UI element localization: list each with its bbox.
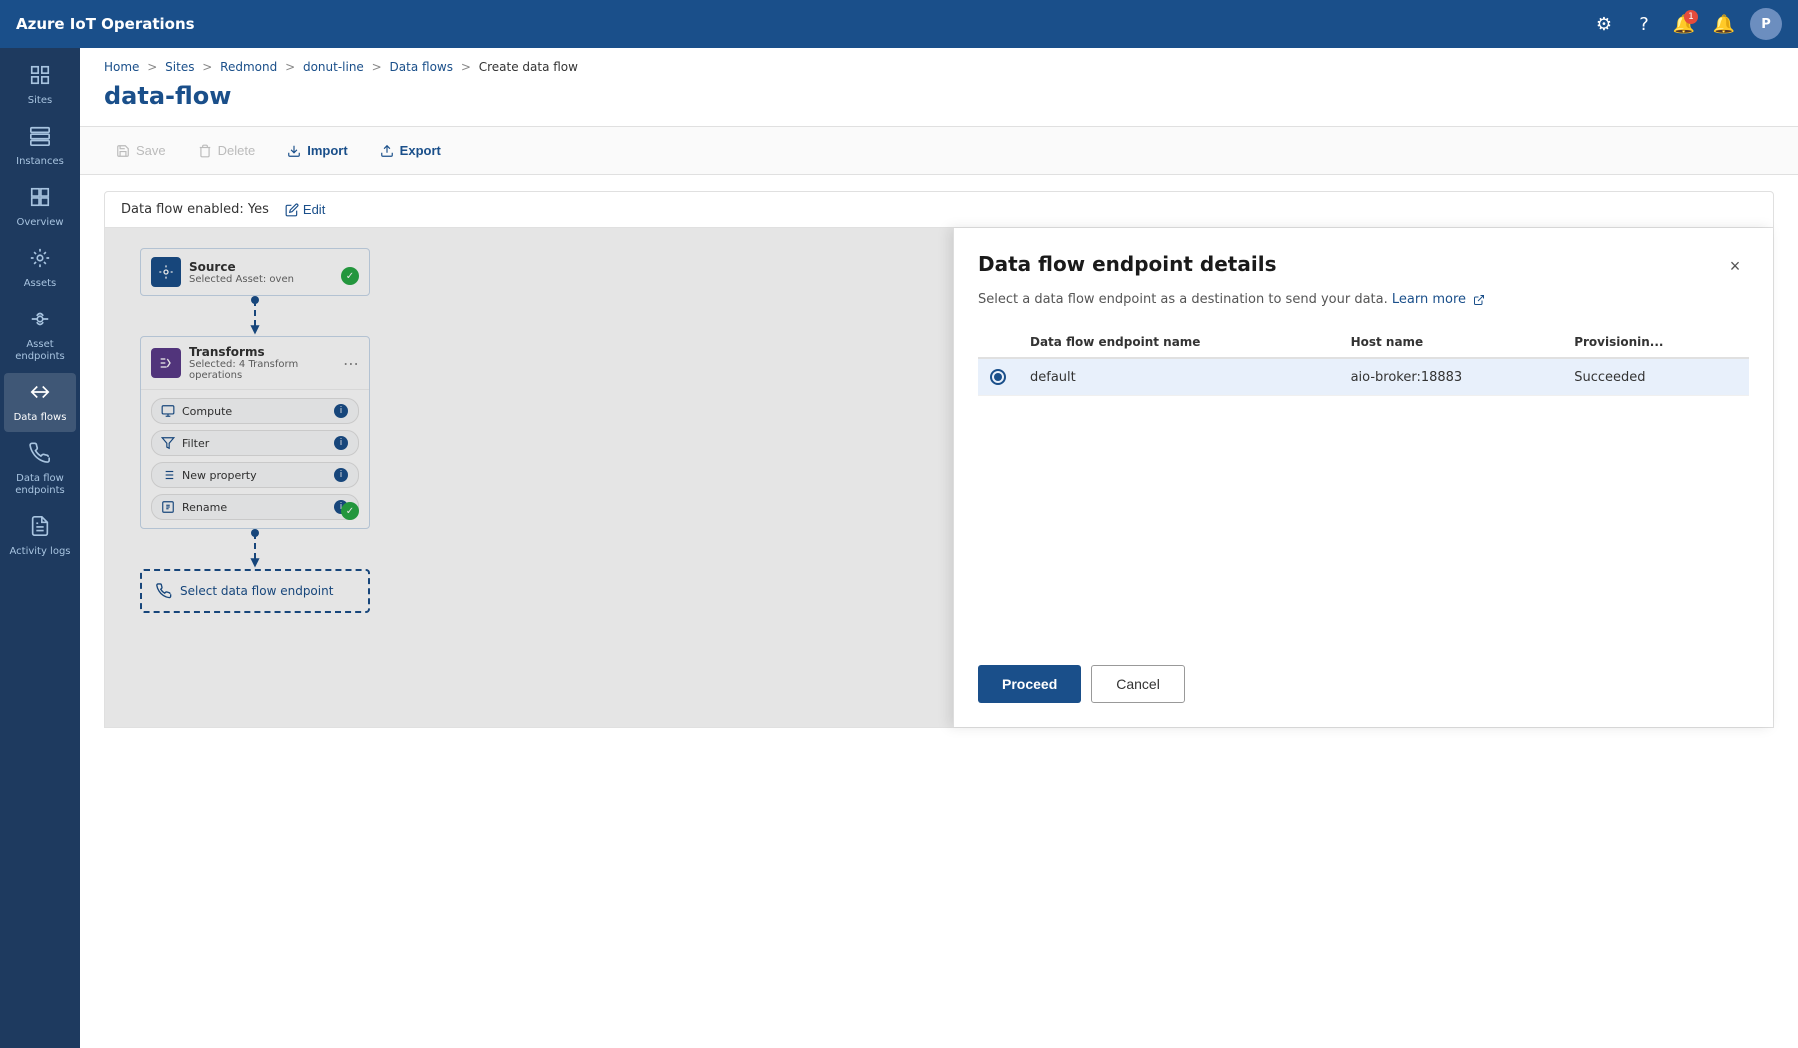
sidebar-label-data-flow-endpoints: Data flow endpoints [8, 473, 72, 497]
col-host: Host name [1339, 327, 1563, 358]
edit-button[interactable]: Edit [285, 202, 325, 217]
overview-icon [29, 186, 51, 213]
user-avatar[interactable]: P [1750, 8, 1782, 40]
modal-description: Select a data flow endpoint as a destina… [978, 292, 1749, 307]
breadcrumb-redmond[interactable]: Redmond [220, 60, 277, 74]
sidebar-item-instances[interactable]: Instances [4, 117, 76, 176]
import-label: Import [307, 143, 347, 158]
modal-title: Data flow endpoint details [978, 252, 1276, 276]
notification-badge: 1 [1684, 10, 1698, 24]
radio-inner [994, 373, 1002, 381]
modal-footer: Proceed Cancel [978, 645, 1749, 703]
data-flow-endpoints-icon [29, 442, 51, 469]
toolbar: Save Delete Import [80, 126, 1798, 175]
activity-logs-icon [29, 515, 51, 542]
endpoint-name-cell: default [1018, 358, 1339, 396]
assets-icon [29, 247, 51, 274]
learn-more-link[interactable]: Learn more [1392, 292, 1485, 307]
data-flows-icon [29, 381, 51, 408]
proceed-button[interactable]: Proceed [978, 665, 1081, 703]
flow-enabled-text: Data flow enabled: Yes [121, 202, 269, 217]
cancel-button[interactable]: Cancel [1091, 665, 1185, 703]
alerts-icon[interactable]: 🔔 [1706, 6, 1742, 42]
col-provision: Provisionin... [1562, 327, 1749, 358]
sidebar-item-data-flow-endpoints[interactable]: Data flow endpoints [4, 434, 76, 505]
export-label: Export [400, 143, 441, 158]
sidebar-label-overview: Overview [16, 217, 63, 229]
sidebar-item-sites[interactable]: Sites [4, 56, 76, 115]
modal-header: Data flow endpoint details × [978, 252, 1749, 280]
sidebar-item-assets[interactable]: Assets [4, 239, 76, 298]
sidebar-item-data-flows[interactable]: Data flows [4, 373, 76, 432]
sidebar-label-data-flows: Data flows [14, 412, 67, 424]
breadcrumb-home[interactable]: Home [104, 60, 139, 74]
sidebar-label-instances: Instances [16, 156, 64, 168]
instances-icon [29, 125, 51, 152]
import-button[interactable]: Import [275, 137, 359, 164]
save-label: Save [136, 143, 166, 158]
breadcrumb-data-flows[interactable]: Data flows [390, 60, 453, 74]
breadcrumb-sites[interactable]: Sites [165, 60, 194, 74]
col-radio [978, 327, 1018, 358]
sidebar-item-activity-logs[interactable]: Activity logs [4, 507, 76, 566]
sidebar-item-overview[interactable]: Overview [4, 178, 76, 237]
sidebar-label-assets: Assets [24, 278, 57, 290]
flow-enabled-bar: Data flow enabled: Yes Edit [104, 191, 1774, 228]
modal-panel: Data flow endpoint details × Select a da… [953, 228, 1773, 727]
sidebar-label-asset-endpoints: Asset endpoints [8, 339, 72, 363]
sidebar-label-sites: Sites [28, 95, 52, 107]
flow-canvas: Source Selected Asset: oven ⋯ ✓ ▼ [104, 228, 1774, 728]
flow-area: Data flow enabled: Yes Edit [80, 175, 1798, 1048]
breadcrumb-donut-line[interactable]: donut-line [303, 60, 364, 74]
radio-button[interactable] [990, 369, 1006, 385]
modal-desc-text: Select a data flow endpoint as a destina… [978, 292, 1388, 307]
settings-icon[interactable]: ⚙ [1586, 6, 1622, 42]
edit-label: Edit [303, 202, 325, 217]
top-navigation: Azure IoT Operations ⚙ ? 🔔 1 🔔 P [0, 0, 1798, 48]
sidebar: Sites Instances Overview [0, 48, 80, 1048]
endpoint-table: Data flow endpoint name Host name Provis… [978, 327, 1749, 396]
topnav-icons: ⚙ ? 🔔 1 🔔 P [1586, 6, 1782, 42]
app-title: Azure IoT Operations [16, 15, 1586, 33]
endpoint-status-cell: Succeeded [1562, 358, 1749, 396]
col-name: Data flow endpoint name [1018, 327, 1339, 358]
modal-close-button[interactable]: × [1721, 252, 1749, 280]
breadcrumb-current: Create data flow [479, 60, 578, 74]
content-area: Home > Sites > Redmond > donut-line > Da… [80, 48, 1798, 1048]
help-icon[interactable]: ? [1626, 6, 1662, 42]
asset-endpoints-icon [29, 308, 51, 335]
delete-label: Delete [218, 143, 256, 158]
save-button[interactable]: Save [104, 137, 178, 164]
breadcrumb: Home > Sites > Redmond > donut-line > Da… [80, 48, 1798, 78]
main-layout: Sites Instances Overview [0, 48, 1798, 1048]
sidebar-label-activity-logs: Activity logs [9, 546, 70, 558]
modal-overlay: Data flow endpoint details × Select a da… [105, 228, 1773, 727]
export-button[interactable]: Export [368, 137, 453, 164]
table-row[interactable]: default aio-broker:18883 Succeeded [978, 358, 1749, 396]
sidebar-item-asset-endpoints[interactable]: Asset endpoints [4, 300, 76, 371]
endpoint-host-cell: aio-broker:18883 [1339, 358, 1563, 396]
sites-icon [29, 64, 51, 91]
notifications-icon[interactable]: 🔔 1 [1666, 6, 1702, 42]
row-radio-cell [978, 358, 1018, 396]
delete-button[interactable]: Delete [186, 137, 268, 164]
page-title: data-flow [80, 78, 1798, 126]
